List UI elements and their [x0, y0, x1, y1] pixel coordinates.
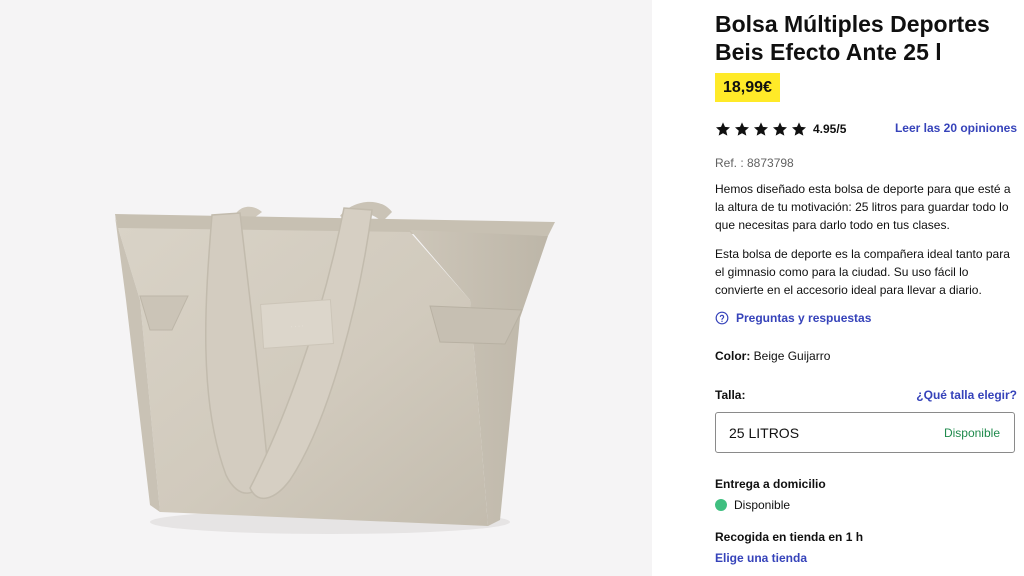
- size-label: Talla:: [715, 388, 746, 402]
- size-selector[interactable]: 25 LITROS Disponible: [715, 412, 1015, 453]
- delivery-label: Entrega a domicilio: [715, 477, 826, 491]
- color-value: Beige Guijarro: [753, 349, 831, 363]
- pickup-label: Recogida en tienda en 1 h: [715, 530, 864, 544]
- price-badge: 18,99€: [715, 73, 780, 102]
- star-icon: [754, 122, 768, 136]
- title-line-1: Bolsa Múltiples Deportes: [715, 11, 990, 37]
- description-paragraph-1: Hemos diseñado esta bolsa de deporte par…: [715, 182, 1011, 232]
- qa-link-label[interactable]: Preguntas y respuestas: [736, 311, 871, 325]
- status-dot-icon: [715, 499, 727, 511]
- color-label: Color:: [715, 349, 751, 363]
- product-title: Bolsa Múltiples Deportes Beis Efecto Ant…: [715, 10, 1017, 66]
- star-icon: [792, 122, 806, 136]
- size-availability: Disponible: [943, 425, 1000, 440]
- star-icon: [716, 122, 730, 136]
- rating-value: 4.95/5: [813, 122, 847, 136]
- choose-store-link[interactable]: Elige una tienda: [715, 551, 807, 565]
- star-icon: [735, 122, 749, 136]
- delivery-status-text: Disponible: [734, 498, 791, 512]
- qa-link[interactable]: Preguntas y respuestas: [715, 311, 871, 325]
- rating: 4.95/5: [715, 119, 846, 139]
- bag-image[interactable]: · · · ·: [0, 0, 652, 576]
- description-paragraph-2: Esta bolsa de deporte es la compañera id…: [715, 247, 1010, 297]
- product-image-panel: · · · ·: [0, 0, 652, 576]
- question-circle-icon: [715, 311, 729, 325]
- size-guide-link[interactable]: ¿Qué talla elegir?: [916, 388, 1017, 402]
- color-info: Color: Beige Guijarro: [715, 349, 830, 363]
- delivery-status: Disponible: [715, 498, 790, 512]
- size-value: 25 LITROS: [729, 424, 800, 441]
- svg-text:· · · ·: · · · ·: [291, 324, 304, 331]
- title-line-2: Beis Efecto Ante 25 l: [715, 39, 942, 65]
- product-ref: Ref. : 8873798: [715, 156, 794, 170]
- star-icon: [773, 122, 787, 136]
- reviews-link[interactable]: Leer las 20 opiniones: [895, 121, 1017, 135]
- star-rating: [715, 121, 807, 137]
